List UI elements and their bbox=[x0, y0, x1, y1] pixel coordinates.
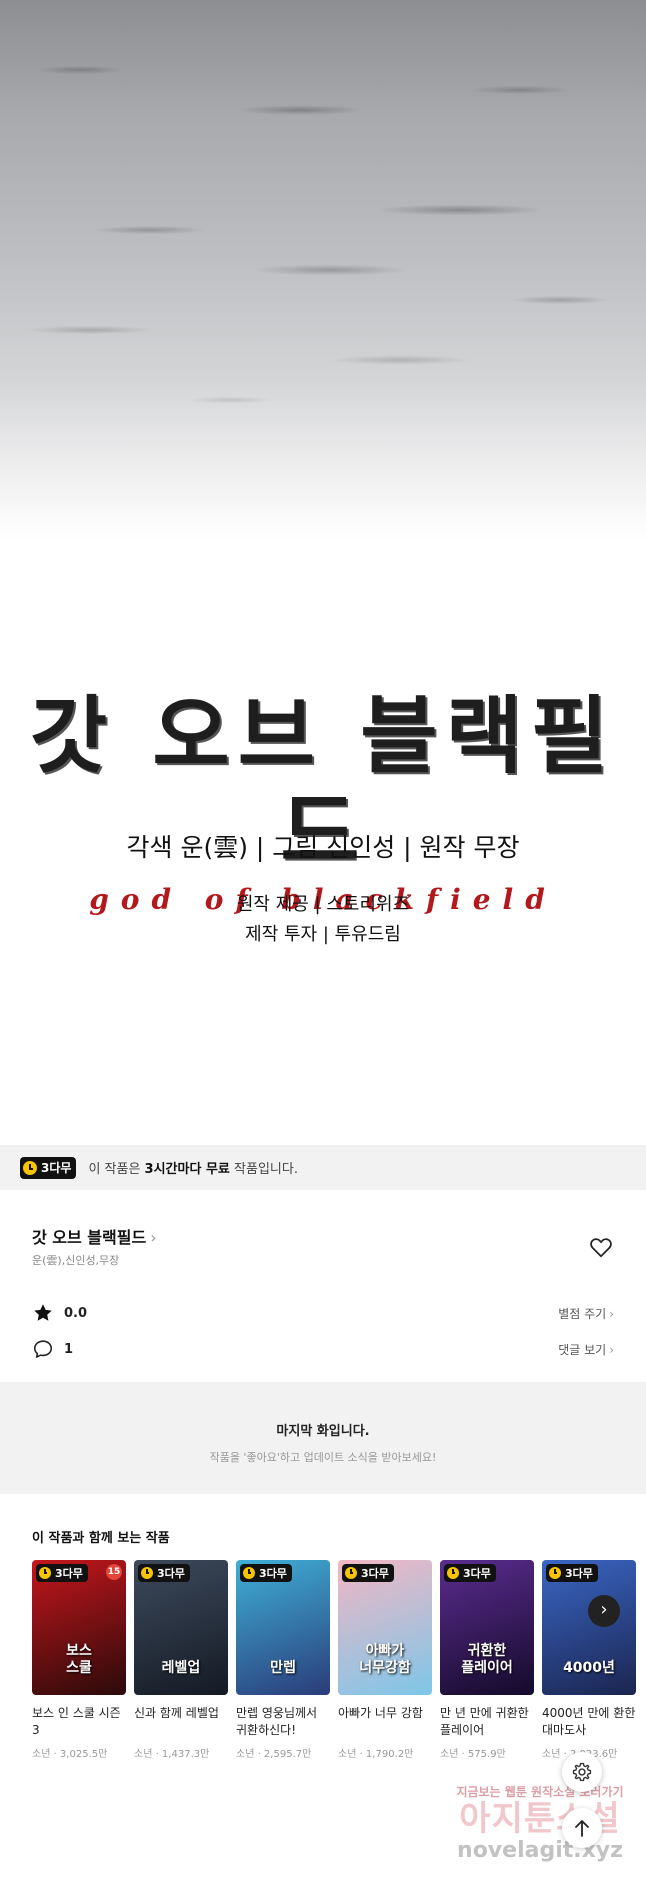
banner-text-bold: 3시간마다 무료 bbox=[144, 1162, 230, 1177]
recommendations-heading: 이 작품과 함께 보는 작품 bbox=[32, 1531, 170, 1546]
settings-button[interactable] bbox=[562, 1752, 602, 1792]
badge-label: 3다무 bbox=[157, 1567, 185, 1580]
watermark: 지금보는 웹툰 원작소설 보러가기 아지툰소설 novelagit.xyz bbox=[440, 1783, 640, 1864]
rating-row: 0.0 bbox=[32, 1302, 87, 1324]
recommendation-meta: 소년 · 2,595.7만 bbox=[236, 1749, 312, 1760]
wait-free-badge: 3다무 bbox=[240, 1564, 292, 1582]
cover-title-art: 귀환한 플레이어 bbox=[461, 1643, 513, 1676]
last-episode-title: 마지막 화입니다. bbox=[276, 1424, 370, 1439]
comment-link[interactable]: 댓글 보기 › bbox=[558, 1341, 614, 1358]
comment-row: 1 bbox=[32, 1338, 73, 1360]
cover-title-art: 4000년 bbox=[563, 1660, 615, 1676]
rating-value: 0.0 bbox=[64, 1305, 88, 1321]
clock-icon bbox=[243, 1567, 255, 1579]
badge-label: 3다무 bbox=[463, 1567, 491, 1580]
badge-label: 3다무 bbox=[361, 1567, 389, 1580]
recommendation-title: 보스 인 스쿨 시즌 3 bbox=[32, 1706, 121, 1737]
chevron-right-icon: › bbox=[609, 1343, 614, 1357]
recommendations-list: 3다무 15 보스 스쿨보스 인 스쿨 시즌 3 소년 · 3,025.5만 3다무레벨… bbox=[32, 1560, 636, 1760]
clock-icon bbox=[345, 1567, 357, 1579]
credits: 각색 운(雲) | 그림 신인성 | 원작 무장 원작 제공 | 스토리위즈 제… bbox=[0, 828, 646, 950]
recommendation-card[interactable]: 3다무 4000년 4000년 만에 환한 대마도사 소년 · 2,023.6만 bbox=[542, 1560, 636, 1760]
recommendation-cover: 3다무귀환한 플레이어 bbox=[440, 1560, 534, 1695]
badge-label: 3다무 bbox=[259, 1567, 287, 1580]
badge-label: 3다무 bbox=[55, 1567, 83, 1580]
free-banner: 3다무 이 작품은 3시간마다 무료 작품입니다. bbox=[0, 1145, 646, 1190]
series-authors: 운(雲),신인성,무장 bbox=[32, 1254, 120, 1267]
clock-icon bbox=[549, 1567, 561, 1579]
clock-icon bbox=[23, 1160, 37, 1175]
recommendation-card[interactable]: 3다무만렙만렙 영웅님께서 귀환하신다! 소년 · 2,595.7만 bbox=[236, 1560, 330, 1760]
recommendation-title: 만 년 만에 귀환한 플레이어 bbox=[440, 1706, 529, 1737]
series-title-link[interactable]: 갓 오브 블랙필드 › bbox=[32, 1224, 157, 1248]
recommendation-cover: 3다무 15 보스 스쿨 bbox=[32, 1560, 126, 1695]
banner-text-after: 작품입니다. bbox=[229, 1162, 298, 1177]
chevron-right-icon: › bbox=[150, 1228, 157, 1247]
credits-production: 제작 투자 | 투유드림 bbox=[245, 924, 401, 945]
recommendation-cover: 3다무레벨업 bbox=[134, 1560, 228, 1695]
series-info-panel: 갓 오브 블랙필드 › 운(雲),신인성,무장 0.0 별점 주기 › 1 댓글 보… bbox=[0, 1190, 646, 1382]
recommendation-card[interactable]: 3다무레벨업신과 함께 레벨업소년 · 1,437.3만 bbox=[134, 1560, 228, 1760]
recommendation-cover: 3다무만렙 bbox=[236, 1560, 330, 1695]
recommendation-cover: 3다무 4000년 bbox=[542, 1560, 636, 1695]
banner-text: 이 작품은 3시간마다 무료 작품입니다. bbox=[88, 1158, 298, 1177]
comment-count: 1 bbox=[64, 1341, 74, 1357]
comic-art-panel bbox=[0, 0, 646, 560]
last-episode-subtitle: 작품을 '좋아요'하고 업데이트 소식을 받아보세요! bbox=[209, 1451, 437, 1464]
cover-title-art: 아빠가 너무강함 bbox=[359, 1643, 411, 1676]
arrow-up-icon bbox=[575, 1820, 589, 1837]
recommendation-title: 아빠가 너무 강함 bbox=[338, 1706, 423, 1720]
scroll-top-button[interactable] bbox=[562, 1808, 602, 1848]
watermark-line1: 지금보는 웹툰 원작소설 보러가기 bbox=[456, 1785, 624, 1799]
rate-link[interactable]: 별점 주기 › bbox=[558, 1305, 614, 1322]
gear-icon bbox=[572, 1762, 592, 1782]
chevron-right-icon[interactable]: › bbox=[588, 1595, 620, 1627]
recommendation-title: 4000년 만에 환한 대마도사 bbox=[542, 1706, 636, 1737]
credits-original: 원작 제공 | 스토리위즈 bbox=[236, 894, 410, 915]
recommendation-card[interactable]: 3다무 15 보스 스쿨보스 인 스쿨 시즌 3 소년 · 3,025.5만 bbox=[32, 1560, 126, 1760]
wait-free-badge: 3다무 bbox=[546, 1564, 598, 1582]
series-title: 갓 오브 블랙필드 bbox=[32, 1228, 147, 1247]
clock-icon bbox=[39, 1567, 51, 1579]
clock-icon bbox=[447, 1567, 459, 1579]
cover-title-art: 보스 스쿨 bbox=[66, 1643, 92, 1676]
wait-free-badge: 3다무 bbox=[342, 1564, 394, 1582]
recommendation-meta: 소년 · 3,025.5만 bbox=[32, 1749, 108, 1760]
badge-label: 3다무 bbox=[565, 1567, 593, 1580]
recommendation-card[interactable]: 3다무아빠가 너무강함아빠가 너무 강함소년 · 1,790.2만 bbox=[338, 1560, 432, 1760]
chevron-right-icon: › bbox=[609, 1307, 614, 1321]
cover-title-art: 레벨업 bbox=[161, 1660, 201, 1676]
recommendations-section: 이 작품과 함께 보는 작품 3다무 15 보스 스쿨보스 인 스쿨 시즌 3 소년 … bbox=[0, 1500, 646, 1780]
last-episode-notice: 마지막 화입니다. 작품을 '좋아요'하고 업데이트 소식을 받아보세요! bbox=[0, 1394, 646, 1494]
wait-free-badge: 3다무 bbox=[138, 1564, 190, 1582]
cover-title-art: 만렙 bbox=[270, 1660, 296, 1676]
recommendation-meta: 소년 · 1,790.2만 bbox=[338, 1749, 414, 1760]
wait-free-badge: 3다무 bbox=[36, 1564, 88, 1582]
wait-free-badge: 3다무 bbox=[20, 1156, 77, 1179]
recommendation-card[interactable]: 3다무귀환한 플레이어만 년 만에 귀환한 플레이어소년 · 575.9만 bbox=[440, 1560, 534, 1760]
clock-icon bbox=[141, 1567, 153, 1579]
recommendation-meta: 소년 · 575.9만 bbox=[440, 1749, 506, 1760]
recommendation-cover: 3다무아빠가 너무강함 bbox=[338, 1560, 432, 1695]
heart-icon[interactable] bbox=[588, 1234, 614, 1260]
divider bbox=[0, 1382, 646, 1394]
recommendation-title: 만렙 영웅님께서 귀환하신다! bbox=[236, 1706, 318, 1737]
star-icon bbox=[34, 1304, 52, 1321]
wait-free-badge: 3다무 bbox=[444, 1564, 496, 1582]
age-rating-badge: 15 bbox=[106, 1564, 122, 1580]
credits-main: 각색 운(雲) | 그림 신인성 | 원작 무장 bbox=[126, 833, 520, 862]
watermark-line3: novelagit.xyz bbox=[457, 1838, 623, 1863]
recommendation-title: 신과 함께 레벨업 bbox=[134, 1706, 219, 1720]
rate-link-label: 별점 주기 bbox=[558, 1307, 607, 1321]
comment-link-label: 댓글 보기 bbox=[558, 1343, 607, 1357]
watermark-line2: 아지툰소설 bbox=[459, 1799, 621, 1839]
recommendation-meta: 소년 · 1,437.3만 bbox=[134, 1749, 210, 1760]
comment-icon bbox=[33, 1340, 53, 1358]
banner-text-before: 이 작품은 bbox=[88, 1162, 145, 1177]
badge-label: 3다무 bbox=[41, 1161, 72, 1175]
